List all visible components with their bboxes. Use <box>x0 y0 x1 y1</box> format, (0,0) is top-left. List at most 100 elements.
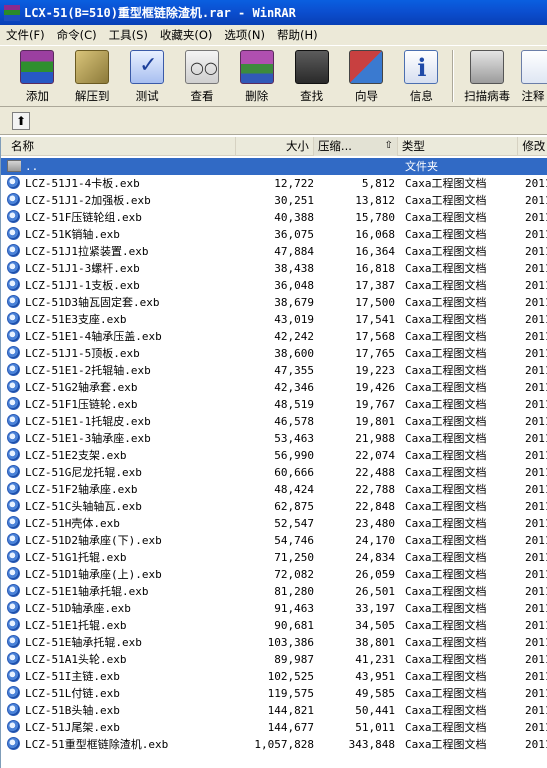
view-button[interactable]: 查看 <box>175 46 230 106</box>
caxa-file-icon <box>7 533 21 547</box>
menu-file[interactable]: 文件(F) <box>0 27 51 43</box>
file-size: 38,679 <box>274 296 314 309</box>
file-size: 48,519 <box>274 398 314 411</box>
add-label: 添加 <box>25 89 49 103</box>
caxa-file-icon <box>7 703 21 717</box>
table-row[interactable]: LCZ-51重型框链除渣机.exb 1,057,828 343,848 Caxa工程图… <box>1 736 547 753</box>
file-packed-size: 22,488 <box>355 466 395 479</box>
file-modified: 2011 <box>525 721 547 734</box>
caxa-file-icon <box>7 346 21 360</box>
table-row[interactable]: LCZ-51G尼龙托辊.exb 60,666 22,488 Caxa工程图文档 2011 <box>1 464 547 481</box>
caxa-file-icon <box>7 482 21 496</box>
table-row[interactable]: LCZ-51J1-2加强板.exb 30,251 13,812 Caxa工程图文档 20… <box>1 192 547 209</box>
menu-help[interactable]: 帮助(H) <box>271 27 324 43</box>
caxa-file-icon <box>7 448 21 462</box>
file-name: LCZ-51E1-1托辊皮.exb <box>25 415 151 428</box>
file-type: Caxa工程图文档 <box>405 449 487 462</box>
table-row[interactable]: LCZ-51D1轴承座(上).exb 72,082 26,059 Caxa工程图文档 2… <box>1 566 547 583</box>
table-row[interactable]: LCZ-51J1拉紧装置.exb 47,884 16,364 Caxa工程图文档 201… <box>1 243 547 260</box>
menu-favorites[interactable]: 收藏夹(O) <box>154 27 219 43</box>
file-type: Caxa工程图文档 <box>405 211 487 224</box>
column-header-packed[interactable]: 压缩... ⇧ <box>313 137 398 156</box>
delete-label: 删除 <box>245 89 269 103</box>
table-row[interactable]: LCZ-51D2轴承座(下).exb 54,746 24,170 Caxa工程图文档 2… <box>1 532 547 549</box>
file-packed-size: 5,812 <box>361 177 395 190</box>
table-row[interactable]: LCZ-51A1头轮.exb 89,987 41,231 Caxa工程图文档 2011 <box>1 651 547 668</box>
table-row[interactable]: LCZ-51D轴承座.exb 91,463 33,197 Caxa工程图文档 2011 <box>1 600 547 617</box>
table-row[interactable]: LCZ-51E1-3轴承座.exb 53,463 21,988 Caxa工程图文档 20… <box>1 430 547 447</box>
table-row[interactable]: LCZ-51K销轴.exb 36,075 16,068 Caxa工程图文档 2011 <box>1 226 547 243</box>
extract-to-button[interactable]: 解压到 <box>65 46 120 106</box>
table-row[interactable]: LCZ-51H壳体.exb 52,547 23,480 Caxa工程图文档 2011 <box>1 515 547 532</box>
file-modified: 2011 <box>525 211 547 224</box>
delete-button[interactable]: 删除 <box>229 46 284 106</box>
table-row[interactable]: LCZ-51B头轴.exb 144,821 50,441 Caxa工程图文档 2011 <box>1 702 547 719</box>
file-size: 36,048 <box>274 279 314 292</box>
parent-folder-row[interactable]: .. 文件夹 <box>1 158 547 175</box>
info-button[interactable]: 信息 <box>394 46 449 106</box>
table-row[interactable]: LCZ-51F1压链轮.exb 48,519 19,767 Caxa工程图文档 2011 <box>1 396 547 413</box>
table-row[interactable]: LCZ-51J尾架.exb 144,677 51,011 Caxa工程图文档 2011 <box>1 719 547 736</box>
table-row[interactable]: LCZ-51G1托辊.exb 71,250 24,834 Caxa工程图文档 2011 <box>1 549 547 566</box>
file-size: 103,386 <box>267 636 314 649</box>
find-button[interactable]: 查找 <box>284 46 339 106</box>
file-size: 43,019 <box>274 313 314 326</box>
file-size: 71,250 <box>274 551 314 564</box>
caxa-file-icon <box>7 618 21 632</box>
virus-scan-button[interactable]: 扫描病毒 <box>457 46 518 106</box>
column-header-size[interactable]: 大小 <box>236 137 314 156</box>
sort-ascending-icon: ⇧ <box>384 140 393 151</box>
table-row[interactable]: LCZ-51G2轴承套.exb 42,346 19,426 Caxa工程图文档 2011 <box>1 379 547 396</box>
caxa-file-icon <box>7 686 21 700</box>
winrar-app-icon[interactable] <box>4 4 20 21</box>
file-packed-size: 34,505 <box>355 619 395 632</box>
table-row[interactable]: LCZ-51E3支座.exb 43,019 17,541 Caxa工程图文档 2011 <box>1 311 547 328</box>
table-row[interactable]: LCZ-51J1-3螺杆.exb 38,438 16,818 Caxa工程图文档 201… <box>1 260 547 277</box>
file-type: Caxa工程图文档 <box>405 483 487 496</box>
column-header-name[interactable]: 名称 <box>1 137 236 156</box>
table-row[interactable]: LCZ-51F2轴承座.exb 48,424 22,788 Caxa工程图文档 2011 <box>1 481 547 498</box>
add-button[interactable]: 添加 <box>10 46 65 106</box>
file-type: Caxa工程图文档 <box>405 653 487 666</box>
comment-icon <box>521 50 547 84</box>
file-size: 30,251 <box>274 194 314 207</box>
table-row[interactable]: LCZ-51E1-1托辊皮.exb 46,578 19,801 Caxa工程图文档 20… <box>1 413 547 430</box>
table-row[interactable]: LCZ-51F压链轮组.exb 40,388 15,780 Caxa工程图文档 2011 <box>1 209 547 226</box>
file-packed-size: 43,951 <box>355 670 395 683</box>
table-row[interactable]: LCZ-51J1-1支板.exb 36,048 17,387 Caxa工程图文档 201… <box>1 277 547 294</box>
test-button[interactable]: 测试 <box>120 46 175 106</box>
menu-options[interactable]: 选项(N) <box>218 27 271 43</box>
file-name: LCZ-51E1-2托辊轴.exb <box>25 364 151 377</box>
table-row[interactable]: LCZ-51J1-5顶板.exb 38,600 17,765 Caxa工程图文档 201… <box>1 345 547 362</box>
file-packed-size: 24,170 <box>355 534 395 547</box>
menu-tools[interactable]: 工具(S) <box>103 27 154 43</box>
table-row[interactable]: LCZ-51E1轴承托辊.exb 81,280 26,501 Caxa工程图文档 201… <box>1 583 547 600</box>
table-row[interactable]: LCZ-51L付链.exb 119,575 49,585 Caxa工程图文档 2011 <box>1 685 547 702</box>
comment-button[interactable]: 注释 <box>517 46 547 106</box>
table-row[interactable]: LCZ-51E1-4轴承压盖.exb 42,242 17,568 Caxa工程图文档 2… <box>1 328 547 345</box>
file-packed-size: 50,441 <box>355 704 395 717</box>
file-name: LCZ-51G1托辊.exb <box>25 551 127 564</box>
caxa-file-icon <box>7 312 21 326</box>
column-header-modified[interactable]: 修改 <box>518 137 547 156</box>
column-header-type[interactable]: 类型 <box>398 137 519 156</box>
table-row[interactable]: LCZ-51E1-2托辊轴.exb 47,355 19,223 Caxa工程图文档 20… <box>1 362 547 379</box>
file-size: 144,821 <box>267 704 314 717</box>
file-packed-size: 22,074 <box>355 449 395 462</box>
file-packed-size: 19,426 <box>355 381 395 394</box>
file-name: LCZ-51H壳体.exb <box>25 517 120 530</box>
table-row[interactable]: LCZ-51I主链.exb 102,525 43,951 Caxa工程图文档 2011 <box>1 668 547 685</box>
table-row[interactable]: LCZ-51E1托辊.exb 90,681 34,505 Caxa工程图文档 2011 <box>1 617 547 634</box>
table-row[interactable]: LCZ-51C头轴轴瓦.exb 62,875 22,848 Caxa工程图文档 2011 <box>1 498 547 515</box>
file-name: LCZ-51E1轴承托辊.exb <box>25 585 149 598</box>
wizard-button[interactable]: 向导 <box>339 46 394 106</box>
file-packed-size: 17,765 <box>355 347 395 360</box>
table-row[interactable]: LCZ-51D3轴瓦固定套.exb 38,679 17,500 Caxa工程图文档 20… <box>1 294 547 311</box>
test-icon <box>130 50 165 84</box>
up-one-level-button[interactable]: ⬆ <box>12 111 30 130</box>
file-name: LCZ-51C头轴轴瓦.exb <box>25 500 142 513</box>
table-row[interactable]: LCZ-51E2支架.exb 56,990 22,074 Caxa工程图文档 2011 <box>1 447 547 464</box>
menu-commands[interactable]: 命令(C) <box>51 27 103 43</box>
table-row[interactable]: LCZ-51E轴承托辊.exb 103,386 38,801 Caxa工程图文档 201… <box>1 634 547 651</box>
table-row[interactable]: LCZ-51J1-4卡板.exb 12,722 5,812 Caxa工程图文档 2011 <box>1 175 547 192</box>
